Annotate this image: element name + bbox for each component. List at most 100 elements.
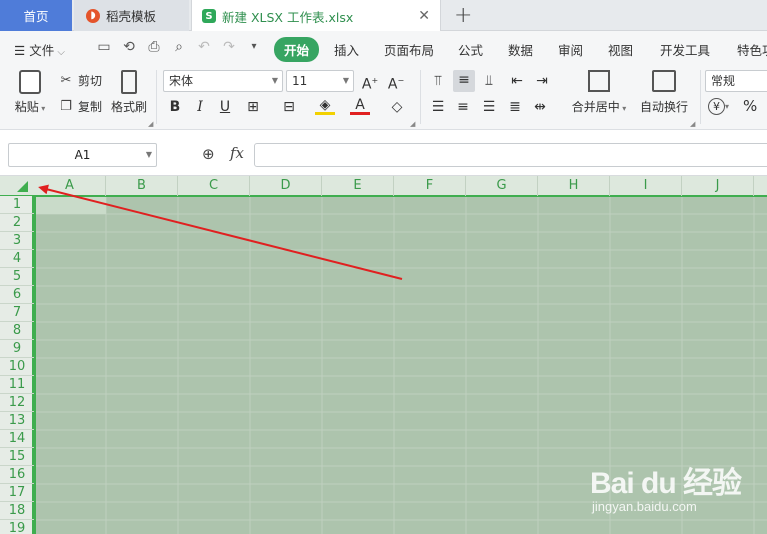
row-header-5[interactable]: 5 <box>0 268 34 286</box>
copy-label: 复制 <box>78 100 103 114</box>
new-tab-icon[interactable]: + <box>454 3 472 28</box>
column-header-d[interactable]: D <box>250 176 322 196</box>
row-header-19[interactable]: 19 <box>0 520 34 534</box>
font-name-select[interactable]: 宋体 ▼ <box>163 70 283 92</box>
cell-style-icon[interactable]: ⊟ <box>279 97 299 117</box>
italic-icon[interactable]: I <box>190 97 210 117</box>
font-color-icon[interactable]: A <box>350 97 370 115</box>
currency-format-button[interactable]: ¥ ▾ <box>708 98 729 115</box>
row-header-9[interactable]: 9 <box>0 340 34 358</box>
align-middle-icon[interactable]: ≡ <box>453 70 475 92</box>
menu-review[interactable]: 审阅 <box>558 40 583 59</box>
export-icon[interactable]: ⟲ <box>121 39 137 55</box>
font-size-select[interactable]: 11 ▼ <box>286 70 354 92</box>
menu-developer[interactable]: 开发工具 <box>660 40 710 59</box>
row-header-14[interactable]: 14 <box>0 430 34 448</box>
save-icon[interactable]: ▭ <box>96 39 112 55</box>
row-header-2[interactable]: 2 <box>0 214 34 232</box>
scissors-icon: ✂ <box>60 72 72 88</box>
row-header-1[interactable]: 1 <box>0 196 34 214</box>
select-all-corner-button[interactable] <box>17 181 28 192</box>
number-format-select[interactable]: 常规 <box>705 70 767 92</box>
underline-icon[interactable]: U <box>215 97 235 117</box>
clipboard-group-launcher-icon[interactable]: ◢ <box>148 120 153 128</box>
customize-quick-access-icon[interactable]: ▾ <box>246 39 262 55</box>
column-header-a[interactable]: A <box>34 176 106 196</box>
column-header-b[interactable]: B <box>106 176 178 196</box>
file-menu-label: 文件 <box>29 43 55 58</box>
cut-label: 剪切 <box>78 74 103 88</box>
menu-data[interactable]: 数据 <box>508 40 533 59</box>
row-header-7[interactable]: 7 <box>0 304 34 322</box>
menu-page-layout[interactable]: 页面布局 <box>384 40 434 59</box>
copy-button[interactable]: ❐ 复制 <box>58 98 102 115</box>
increase-indent-icon[interactable]: ⇥ <box>532 71 552 91</box>
row-header-6[interactable]: 6 <box>0 286 34 304</box>
font-name-value: 宋体 <box>169 74 194 88</box>
align-right-icon[interactable]: ☰ <box>479 97 499 117</box>
paste-button[interactable]: 粘贴 ▾ <box>10 70 50 115</box>
chevron-down-icon: ▼ <box>271 76 278 85</box>
bold-icon[interactable]: B <box>165 97 185 117</box>
align-bottom-icon[interactable]: ⫫ <box>479 71 499 91</box>
format-painter-button[interactable]: 格式刷 <box>108 70 150 115</box>
column-header-g[interactable]: G <box>466 176 538 196</box>
align-center-icon[interactable]: ≡ <box>453 97 473 117</box>
close-tab-icon[interactable]: ✕ <box>418 8 430 24</box>
row-header-13[interactable]: 13 <box>0 412 34 430</box>
tab-templates-label: 稻壳模板 <box>106 9 157 24</box>
decrease-font-size-icon[interactable]: A− <box>386 71 406 93</box>
column-header-j[interactable]: J <box>682 176 754 196</box>
row-header-12[interactable]: 12 <box>0 394 34 412</box>
menu-insert[interactable]: 插入 <box>334 40 359 59</box>
column-header-f[interactable]: F <box>394 176 466 196</box>
column-header-c[interactable]: C <box>178 176 250 196</box>
row-header-11[interactable]: 11 <box>0 376 34 394</box>
file-menu[interactable]: ☰ 文件 ⌵ <box>14 40 65 59</box>
formula-input[interactable] <box>254 143 767 167</box>
row-header-18[interactable]: 18 <box>0 502 34 520</box>
cell-reference: A1 <box>74 148 91 162</box>
tab-home[interactable]: 首页 <box>0 0 72 31</box>
align-left-icon[interactable]: ☰ <box>428 97 448 117</box>
decrease-indent-icon[interactable]: ⇤ <box>507 71 527 91</box>
font-group-launcher-icon[interactable]: ◢ <box>410 120 415 128</box>
borders-icon[interactable]: ⊞ <box>243 97 263 117</box>
column-header-i[interactable]: I <box>610 176 682 196</box>
insert-function-icon[interactable]: fx <box>230 144 244 162</box>
row-header-17[interactable]: 17 <box>0 484 34 502</box>
formula-bar: A1 ▼ ⊕ fx <box>0 130 767 176</box>
print-icon[interactable]: ⎙ <box>146 39 162 55</box>
menu-view[interactable]: 视图 <box>608 40 633 59</box>
row-header-4[interactable]: 4 <box>0 250 34 268</box>
row-header-3[interactable]: 3 <box>0 232 34 250</box>
row-header-15[interactable]: 15 <box>0 448 34 466</box>
column-header-h[interactable]: H <box>538 176 610 196</box>
align-top-icon[interactable]: ⫪ <box>428 71 448 91</box>
merge-center-button[interactable]: 合并居中 ▾ <box>568 70 630 115</box>
fill-color-icon[interactable]: ◈ <box>315 97 335 115</box>
row-header-16[interactable]: 16 <box>0 466 34 484</box>
increase-font-size-icon[interactable]: A+ <box>360 71 380 93</box>
row-header-10[interactable]: 10 <box>0 358 34 376</box>
redo-icon[interactable]: ↷ <box>221 39 237 55</box>
zoom-icon[interactable]: ⊕ <box>202 145 215 163</box>
undo-icon[interactable]: ↶ <box>196 39 212 55</box>
name-box[interactable]: A1 ▼ <box>8 143 157 167</box>
row-header-8[interactable]: 8 <box>0 322 34 340</box>
tab-spreadsheet-label: 新建 XLSX 工作表.xlsx <box>222 9 354 25</box>
tab-templates[interactable]: ◗ 稻壳模板 <box>74 0 189 31</box>
menu-start[interactable]: 开始 <box>274 37 320 62</box>
column-header-e[interactable]: E <box>322 176 394 196</box>
menu-formulas[interactable]: 公式 <box>458 40 483 59</box>
clear-format-icon[interactable]: ◇ <box>387 97 407 117</box>
tab-spreadsheet[interactable]: S 新建 XLSX 工作表.xlsx ✕ <box>191 0 441 32</box>
menu-special[interactable]: 特色功 <box>737 40 767 59</box>
print-preview-icon[interactable]: ⌕ <box>171 39 187 55</box>
wrap-text-button[interactable]: 自动换行 <box>637 70 691 115</box>
justify-icon[interactable]: ≣ <box>505 97 525 117</box>
percent-format-button[interactable]: % <box>743 97 757 115</box>
alignment-group-launcher-icon[interactable]: ◢ <box>690 120 695 128</box>
distributed-align-icon[interactable]: ⇹ <box>530 97 550 117</box>
cut-button[interactable]: ✂ 剪切 <box>58 72 102 89</box>
